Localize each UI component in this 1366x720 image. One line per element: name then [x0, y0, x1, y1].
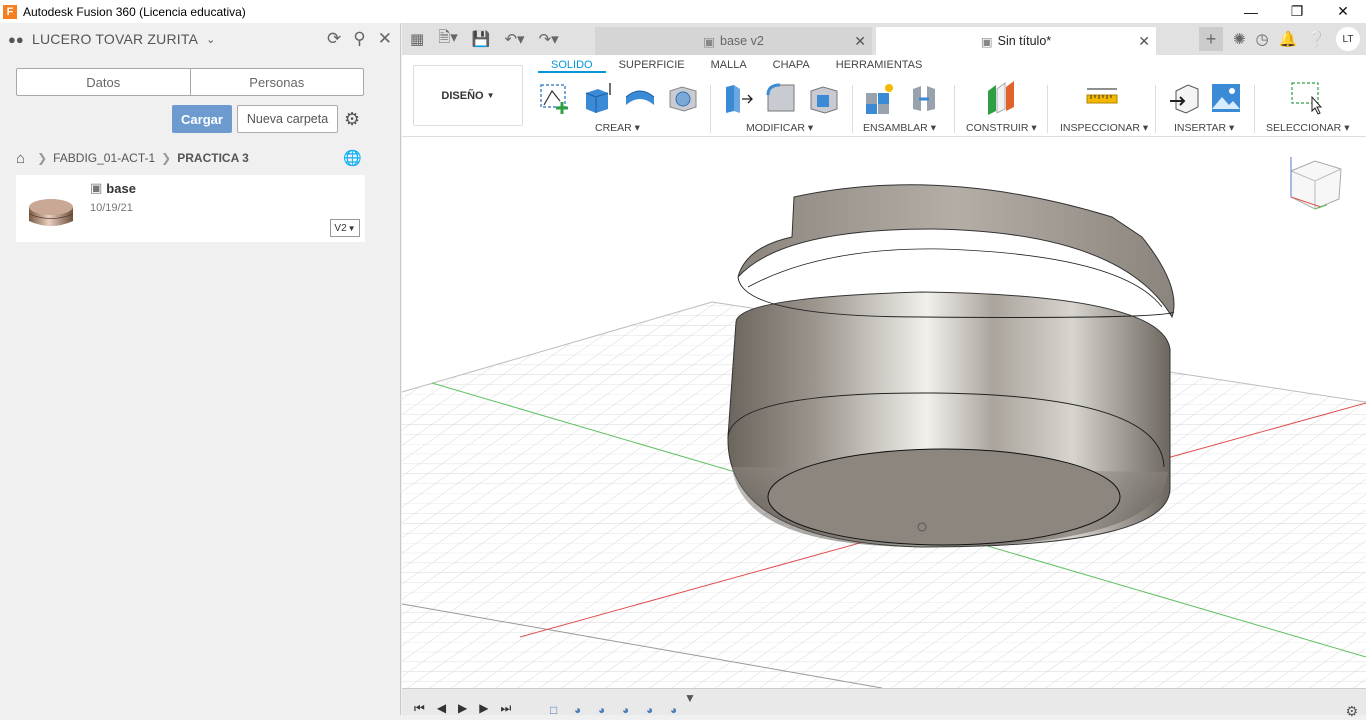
job-status-icon[interactable]: ◷: [1256, 30, 1269, 48]
tab-personas[interactable]: Personas: [191, 69, 364, 95]
minimize-button[interactable]: —: [1228, 0, 1274, 23]
toolbar-divider: [954, 85, 955, 133]
fillet-icon[interactable]: [764, 81, 798, 115]
play-icon[interactable]: ▶: [458, 701, 467, 716]
undo-icon[interactable]: ↶▾: [504, 30, 524, 48]
globe-icon[interactable]: 🌐: [343, 149, 362, 167]
tab-datos[interactable]: Datos: [17, 69, 191, 95]
chevron-down-icon[interactable]: ⌄: [206, 33, 215, 46]
close-window-button[interactable]: ✕: [1320, 0, 1366, 23]
file-name[interactable]: base: [106, 181, 136, 196]
breadcrumb: ⌂ ❯ FABDIG_01-ACT-1 ❯ PRACTICA 3 🌐: [16, 148, 366, 168]
joint-icon[interactable]: [907, 81, 941, 115]
toolbar-divider: [852, 85, 853, 133]
gear-icon[interactable]: ⚙: [344, 109, 360, 130]
tab-base-v2[interactable]: ▣ base v2 ✕: [595, 27, 872, 55]
file-menu-icon[interactable]: 🗎▾: [438, 27, 458, 52]
grid-menu-icon[interactable]: ▦: [410, 30, 424, 48]
avatar[interactable]: LT: [1336, 27, 1360, 51]
select-dropdown[interactable]: SELECCIONAR ▾: [1266, 122, 1349, 134]
file-item[interactable]: ▣ base 10/19/21 V2 ▼: [16, 175, 365, 242]
construct-dropdown[interactable]: CONSTRUIR ▾: [966, 122, 1037, 134]
offset-plane-icon[interactable]: [984, 81, 1018, 115]
new-component-icon[interactable]: [863, 81, 897, 115]
shell-icon[interactable]: [807, 81, 841, 115]
cube-icon: ▣: [703, 34, 716, 49]
modify-dropdown[interactable]: MODIFICAR ▾: [746, 122, 813, 134]
create-dropdown[interactable]: CREAR ▾: [595, 122, 640, 134]
chevron-right-icon: ❯: [37, 151, 48, 165]
breadcrumb-item-folder: PRACTICA 3: [177, 151, 249, 165]
document-tab-bar: ▦ 🗎▾ 💾 ↶▾ ↷▾ ▣ base v2 ✕ ▣ Sin título* ✕…: [402, 23, 1366, 55]
insert-dropdown[interactable]: INSERTAR ▾: [1174, 122, 1234, 134]
toolbar-divider: [1047, 85, 1048, 133]
restore-button[interactable]: ❐: [1274, 0, 1320, 23]
close-tab-icon[interactable]: ✕: [854, 33, 866, 50]
viewport-scene[interactable]: [402, 137, 1366, 688]
design-canvas[interactable]: [402, 137, 1366, 688]
ribbon-toolbar: DISEÑO ▼ SOLIDO SUPERFICIE MALLA CHAPA H…: [402, 55, 1366, 137]
create-sketch-icon[interactable]: [538, 81, 572, 115]
go-to-end-icon[interactable]: ⏭: [501, 701, 512, 716]
insert-derive-icon[interactable]: [1168, 81, 1202, 115]
window-title: Autodesk Fusion 360 (Licencia educativa): [23, 4, 246, 19]
revolve-icon[interactable]: [623, 81, 657, 115]
redo-icon[interactable]: ↷▾: [539, 30, 559, 48]
fusion-logo-icon: F: [3, 4, 17, 19]
version-dropdown[interactable]: V2 ▼: [330, 219, 360, 237]
chevron-right-icon: ❯: [161, 151, 172, 165]
tab-superficie[interactable]: SUPERFICIE: [606, 59, 698, 73]
part-bottom-face: [767, 448, 1121, 546]
tab-malla[interactable]: MALLA: [698, 59, 760, 73]
data-panel-tabs: Datos Personas: [16, 68, 364, 96]
file-thumbnail: [28, 199, 74, 226]
timeline: ⏮ ◀ ▶ ▶ ⏭ □ ◕ ◕ ◕ ◕ ◕ ▼ ⚙: [402, 688, 1366, 719]
view-cube[interactable]: [1290, 157, 1342, 210]
press-pull-icon[interactable]: [720, 81, 754, 115]
component-icon: ▣: [90, 180, 103, 195]
file-date: 10/19/21: [90, 202, 133, 214]
breadcrumb-item-project[interactable]: FABDIG_01-ACT-1: [53, 151, 155, 165]
save-icon[interactable]: 💾: [472, 30, 491, 48]
assemble-dropdown[interactable]: ENSAMBLAR ▾: [863, 122, 936, 134]
extrude-icon[interactable]: [580, 81, 614, 115]
insert-canvas-icon[interactable]: [1209, 81, 1243, 115]
cube-icon: ▣: [980, 34, 993, 49]
upload-button[interactable]: Cargar: [172, 105, 232, 133]
measure-icon[interactable]: [1085, 81, 1119, 115]
tab-chapa[interactable]: CHAPA: [760, 59, 823, 73]
tab-solido[interactable]: SOLIDO: [538, 59, 606, 73]
hole-icon[interactable]: [666, 81, 700, 115]
new-folder-button[interactable]: Nueva carpeta: [237, 105, 338, 133]
timeline-marker-icon[interactable]: ▼: [684, 691, 696, 705]
new-tab-button[interactable]: +: [1198, 27, 1223, 51]
workspace-tabs: SOLIDO SUPERFICIE MALLA CHAPA HERRAMIENT…: [538, 59, 935, 73]
toolbar-divider: [1155, 85, 1156, 133]
workspace-dropdown[interactable]: DISEÑO ▼: [413, 65, 523, 126]
extensions-icon[interactable]: ✺: [1233, 30, 1246, 48]
step-back-icon[interactable]: ◀: [437, 701, 446, 716]
user-name[interactable]: LUCERO TOVAR ZURITA: [32, 31, 198, 47]
help-icon[interactable]: ❔: [1307, 30, 1326, 48]
data-panel-header: ●● LUCERO TOVAR ZURITA ⌄ ⟳ ⚲ ✕: [0, 23, 400, 55]
refresh-icon[interactable]: ⟳: [327, 29, 341, 49]
search-icon[interactable]: ⚲: [353, 29, 365, 49]
select-icon[interactable]: [1289, 81, 1323, 115]
close-tab-icon[interactable]: ✕: [1138, 33, 1150, 50]
inspect-dropdown[interactable]: INSPECCIONAR ▾: [1060, 122, 1148, 134]
close-icon[interactable]: ✕: [378, 29, 392, 49]
home-icon[interactable]: ⌂: [16, 150, 25, 167]
tab-sin-titulo[interactable]: ▣ Sin título* ✕: [876, 27, 1156, 55]
notifications-icon[interactable]: 🔔: [1279, 30, 1298, 48]
team-icon: ●●: [8, 31, 24, 47]
step-forward-icon[interactable]: ▶: [479, 701, 488, 716]
data-panel: ●● LUCERO TOVAR ZURITA ⌄ ⟳ ⚲ ✕ Datos Per…: [0, 23, 401, 715]
go-to-start-icon[interactable]: ⏮: [414, 701, 425, 716]
toolbar-divider: [710, 85, 711, 133]
timeline-settings-icon[interactable]: ⚙: [1345, 703, 1358, 720]
title-bar: F Autodesk Fusion 360 (Licencia educativ…: [0, 0, 1366, 23]
tab-herramientas[interactable]: HERRAMIENTAS: [823, 59, 936, 73]
toolbar-divider: [1254, 85, 1255, 133]
